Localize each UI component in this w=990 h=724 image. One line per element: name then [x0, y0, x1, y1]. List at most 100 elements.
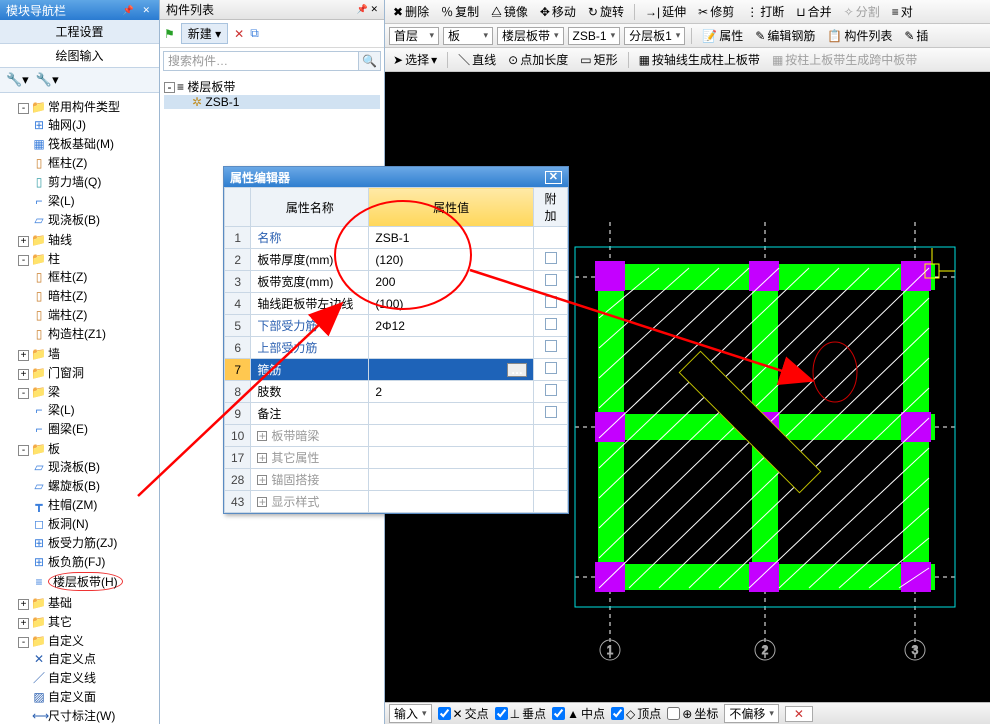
snap-coord[interactable]: ⊕ 坐标	[667, 705, 718, 722]
prop-row[interactable]: 17+其它属性	[225, 447, 568, 469]
rect-button[interactable]: ▭ 矩形	[576, 50, 621, 69]
tree-item[interactable]: 板洞(N)	[48, 517, 89, 531]
component-type-tree[interactable]: -📁常用构件类型 ⊞轴网(J) ▦筏板基础(M) ▯框柱(Z) ▯剪力墙(Q) …	[0, 93, 159, 724]
tree-item[interactable]: 轴网(J)	[48, 118, 86, 132]
snap-mid[interactable]: ▲ 中点	[552, 705, 605, 722]
rotate-button[interactable]: ↻ 旋转	[584, 2, 628, 21]
tree-custom[interactable]: 自定义	[48, 634, 84, 648]
prop-row[interactable]: 43+显示样式	[225, 491, 568, 513]
addlen-button[interactable]: ⊙ 点加长度	[504, 50, 572, 69]
merge-button[interactable]: ⊔ 合并	[792, 2, 835, 21]
prop-row[interactable]: 6上部受力筋	[225, 337, 568, 359]
prop-row[interactable]: 8肢数2	[225, 381, 568, 403]
align-button[interactable]: ≡ 对	[888, 2, 917, 21]
tree-column[interactable]: 柱	[48, 252, 60, 266]
property-table[interactable]: 属性名称 属性值 附加 1名称ZSB-12板带厚度(mm)(120)3板带宽度(…	[224, 187, 568, 513]
browse-button[interactable]: …	[507, 363, 527, 377]
attach-checkbox[interactable]	[545, 318, 557, 330]
attach-checkbox[interactable]	[545, 406, 557, 418]
nav-title-icons[interactable]: 📌 ✕	[123, 5, 153, 16]
prop-row[interactable]: 10+板带暗梁	[225, 425, 568, 447]
tree-item[interactable]: 构造柱(Z1)	[48, 327, 106, 341]
tree-item-floorstrip[interactable]: 楼层板带(H)	[48, 572, 123, 591]
member-combo[interactable]: ZSB-1	[568, 27, 621, 45]
prop-row[interactable]: 5下部受力筋2Φ12	[225, 315, 568, 337]
tree-item[interactable]: 自定义点	[48, 652, 96, 666]
tree-item[interactable]: 自定义面	[48, 690, 96, 704]
tree-axis[interactable]: 轴线	[48, 233, 72, 247]
snap-perp[interactable]: ⊥ 垂点	[495, 705, 546, 722]
category-combo[interactable]: 板	[443, 27, 493, 45]
search-button[interactable]: 🔍	[359, 51, 381, 71]
clist-button[interactable]: 📋 构件列表	[823, 26, 896, 45]
tree-item[interactable]: 现浇板(B)	[48, 213, 100, 227]
tree-item[interactable]: 自定义线	[48, 671, 96, 685]
tree-item[interactable]: 圈梁(E)	[48, 422, 88, 436]
clist-item-zsb1[interactable]: ZSB-1	[205, 95, 239, 109]
clist-title-icons[interactable]: 📌 ✕	[357, 4, 378, 15]
tab-draw-input[interactable]: 绘图输入	[0, 44, 159, 68]
prop-row[interactable]: 9备注	[225, 403, 568, 425]
tree-item[interactable]: 剪力墙(Q)	[48, 175, 101, 189]
tab-project-settings[interactable]: 工程设置	[0, 20, 159, 44]
move-button[interactable]: ✥ 移动	[536, 2, 580, 21]
add-icon[interactable]: ⚑	[164, 27, 175, 41]
attach-checkbox[interactable]	[545, 296, 557, 308]
layer-combo[interactable]: 分层板1	[624, 27, 685, 45]
tree-wall[interactable]: 墙	[48, 347, 60, 361]
prop-row[interactable]: 1名称ZSB-1	[225, 227, 568, 249]
tree-item[interactable]: 柱帽(ZM)	[48, 498, 97, 512]
tree-item[interactable]: 梁(L)	[48, 194, 75, 208]
tree-item[interactable]: 筏板基础(M)	[48, 137, 114, 151]
prop-row[interactable]: 7箍筋…	[225, 359, 568, 381]
select-button[interactable]: ➤ 选择 ▾	[389, 50, 441, 69]
offset-combo[interactable]: 不偏移	[724, 704, 779, 723]
attach-checkbox[interactable]	[545, 274, 557, 286]
tree-beam[interactable]: 梁	[48, 385, 60, 399]
tree-found[interactable]: 基础	[48, 596, 72, 610]
tree-item[interactable]: 板负筋(FJ)	[48, 555, 105, 569]
copy-icon[interactable]: ⧉	[250, 26, 259, 41]
subcategory-combo[interactable]: 楼层板带	[497, 27, 564, 45]
attach-checkbox[interactable]	[545, 362, 557, 374]
tree-other[interactable]: 其它	[48, 615, 72, 629]
tree-common[interactable]: 常用构件类型	[48, 100, 120, 114]
new-button[interactable]: 新建 ▾	[181, 23, 228, 44]
line-button[interactable]: ＼ 直线	[454, 50, 500, 69]
mirror-button[interactable]: ⧋ 镜像	[487, 2, 532, 21]
delete-icon[interactable]: ✕	[234, 27, 244, 41]
tree-item[interactable]: 框柱(Z)	[48, 270, 87, 284]
tree-item[interactable]: 暗柱(Z)	[48, 289, 87, 303]
trim-button[interactable]: ✂ 修剪	[694, 2, 738, 21]
dialog-close-button[interactable]: ✕	[545, 171, 562, 184]
attach-checkbox[interactable]	[545, 252, 557, 264]
cancel-x[interactable]: ✕	[785, 706, 813, 722]
tree-item[interactable]: 板受力筋(ZJ)	[48, 536, 117, 550]
nav-toolbar[interactable]: 🔧▾ 🔧▾	[0, 68, 159, 93]
tree-item[interactable]: 尺寸标注(W)	[48, 709, 115, 723]
prop-row[interactable]: 28+锚固搭接	[225, 469, 568, 491]
extend-button[interactable]: →| 延伸	[641, 2, 690, 21]
snap-cross[interactable]: ✕ 交点	[438, 705, 489, 722]
prop-row[interactable]: 4轴线距板带左边线(100)	[225, 293, 568, 315]
dialog-titlebar[interactable]: 属性编辑器 ✕	[224, 167, 568, 187]
tree-item[interactable]: 梁(L)	[48, 403, 75, 417]
snap-input-combo[interactable]: 输入	[389, 704, 432, 723]
tree-opening[interactable]: 门窗洞	[48, 366, 84, 380]
gen-by-axis-button[interactable]: ▦ 按轴线生成柱上板带	[635, 50, 764, 69]
attach-checkbox[interactable]	[545, 384, 557, 396]
tree-slab[interactable]: 板	[48, 442, 60, 456]
tree-item[interactable]: 端柱(Z)	[48, 308, 87, 322]
snap-top[interactable]: ◇ 顶点	[611, 705, 661, 722]
delete-button[interactable]: ✖ 删除	[389, 2, 433, 21]
prop-row[interactable]: 3板带宽度(mm)200	[225, 271, 568, 293]
tree-item[interactable]: 螺旋板(B)	[48, 479, 100, 493]
search-input[interactable]	[163, 51, 359, 71]
cha-button[interactable]: ✎ 插	[900, 26, 932, 45]
floor-combo[interactable]: 首层	[389, 27, 439, 45]
tree-item[interactable]: 现浇板(B)	[48, 460, 100, 474]
tree-item[interactable]: 框柱(Z)	[48, 156, 87, 170]
edit-rebar-button[interactable]: ✎ 编辑钢筋	[751, 26, 819, 45]
copy-button[interactable]: ％ 复制	[437, 2, 483, 21]
break-button[interactable]: ⋮ 打断	[742, 2, 788, 21]
